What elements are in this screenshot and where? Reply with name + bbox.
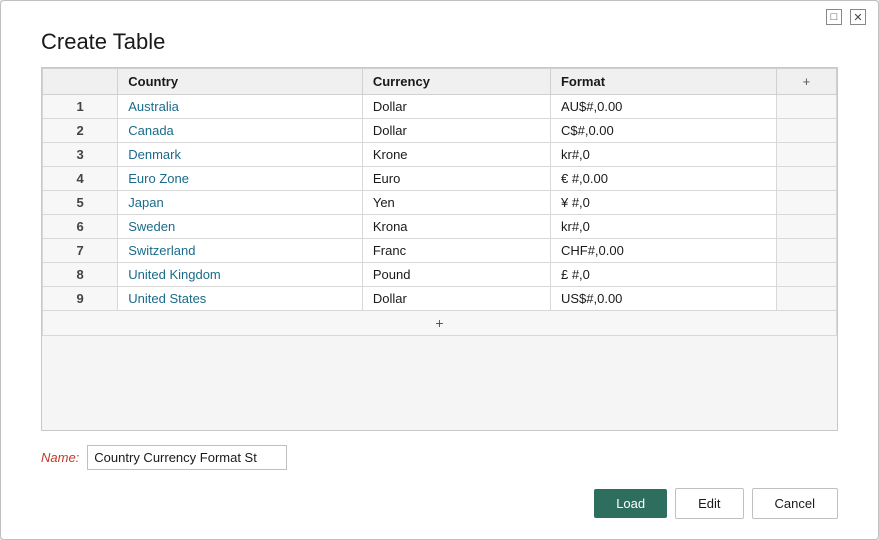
format-cell: US$#,0.00: [550, 287, 776, 311]
row-num-cell: 3: [43, 143, 118, 167]
table-row[interactable]: 1 Australia Dollar AU$#,0.00: [43, 95, 837, 119]
load-button[interactable]: Load: [594, 489, 667, 518]
table-row[interactable]: 9 United States Dollar US$#,0.00: [43, 287, 837, 311]
header-format: Format: [550, 69, 776, 95]
currency-cell: Yen: [362, 191, 550, 215]
country-cell: Euro Zone: [118, 167, 363, 191]
currency-cell: Dollar: [362, 287, 550, 311]
action-cell: [776, 287, 836, 311]
window-controls: □ ✕: [826, 9, 866, 25]
table-row[interactable]: 5 Japan Yen ¥ #,0: [43, 191, 837, 215]
country-cell: United States: [118, 287, 363, 311]
table-row[interactable]: 8 United Kingdom Pound £ #,0: [43, 263, 837, 287]
format-cell: C$#,0.00: [550, 119, 776, 143]
country-cell: Switzerland: [118, 239, 363, 263]
cancel-button[interactable]: Cancel: [752, 488, 838, 519]
title-bar: □ ✕: [1, 1, 878, 29]
create-table-dialog: □ ✕ Create Table Country Currency Format…: [0, 0, 879, 540]
format-cell: £ #,0: [550, 263, 776, 287]
currency-cell: Dollar: [362, 119, 550, 143]
row-num-cell: 2: [43, 119, 118, 143]
action-cell: [776, 95, 836, 119]
currency-cell: Krona: [362, 215, 550, 239]
row-num-cell: 6: [43, 215, 118, 239]
action-cell: [776, 263, 836, 287]
action-cell: [776, 143, 836, 167]
action-cell: [776, 215, 836, 239]
currency-cell: Euro: [362, 167, 550, 191]
table-row[interactable]: 4 Euro Zone Euro € #,0.00: [43, 167, 837, 191]
edit-button[interactable]: Edit: [675, 488, 743, 519]
currency-cell: Dollar: [362, 95, 550, 119]
currency-cell: Krone: [362, 143, 550, 167]
format-cell: CHF#,0.00: [550, 239, 776, 263]
header-rownum: [43, 69, 118, 95]
country-cell: Sweden: [118, 215, 363, 239]
row-num-cell: 4: [43, 167, 118, 191]
minimize-button[interactable]: □: [826, 9, 842, 25]
format-cell: kr#,0: [550, 215, 776, 239]
name-row: Name:: [41, 431, 838, 480]
name-input[interactable]: [87, 445, 287, 470]
country-cell: Japan: [118, 191, 363, 215]
row-num-cell: 8: [43, 263, 118, 287]
row-num-cell: 7: [43, 239, 118, 263]
dialog-body: Country Currency Format + 1 Australia Do…: [1, 67, 878, 480]
action-cell: [776, 191, 836, 215]
currency-cell: Franc: [362, 239, 550, 263]
country-cell: Canada: [118, 119, 363, 143]
format-cell: kr#,0: [550, 143, 776, 167]
format-cell: ¥ #,0: [550, 191, 776, 215]
add-row[interactable]: +: [43, 311, 837, 336]
header-currency: Currency: [362, 69, 550, 95]
currency-cell: Pound: [362, 263, 550, 287]
country-cell: Denmark: [118, 143, 363, 167]
table-header-row: Country Currency Format +: [43, 69, 837, 95]
dialog-title: Create Table: [1, 29, 878, 67]
dialog-footer: Load Edit Cancel: [1, 480, 878, 539]
table-row[interactable]: 7 Switzerland Franc CHF#,0.00: [43, 239, 837, 263]
row-num-cell: 5: [43, 191, 118, 215]
data-table: Country Currency Format + 1 Australia Do…: [42, 68, 837, 336]
table-row[interactable]: 6 Sweden Krona kr#,0: [43, 215, 837, 239]
row-num-cell: 9: [43, 287, 118, 311]
header-plus[interactable]: +: [776, 69, 836, 95]
name-label: Name:: [41, 450, 79, 465]
add-row-cell[interactable]: +: [43, 311, 837, 336]
header-country: Country: [118, 69, 363, 95]
action-cell: [776, 167, 836, 191]
table-container: Country Currency Format + 1 Australia Do…: [41, 67, 838, 431]
action-cell: [776, 239, 836, 263]
country-cell: United Kingdom: [118, 263, 363, 287]
table-row[interactable]: 2 Canada Dollar C$#,0.00: [43, 119, 837, 143]
table-row[interactable]: 3 Denmark Krone kr#,0: [43, 143, 837, 167]
format-cell: € #,0.00: [550, 167, 776, 191]
action-cell: [776, 119, 836, 143]
country-cell: Australia: [118, 95, 363, 119]
row-num-cell: 1: [43, 95, 118, 119]
format-cell: AU$#,0.00: [550, 95, 776, 119]
close-button[interactable]: ✕: [850, 9, 866, 25]
